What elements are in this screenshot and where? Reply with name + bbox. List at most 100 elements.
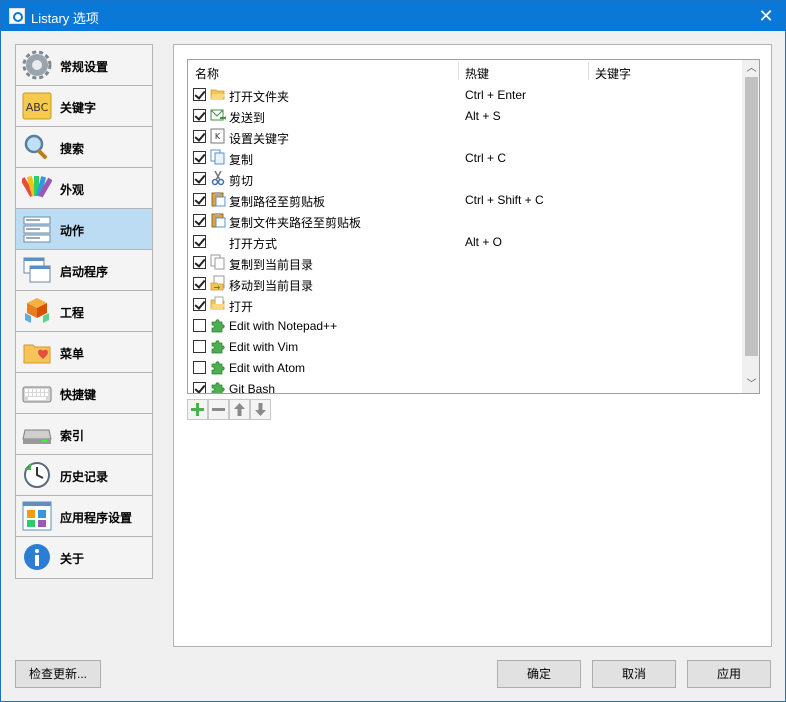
list-item[interactable]: 打开方式 Alt + O xyxy=(188,231,744,252)
enable-checkbox[interactable] xyxy=(193,109,206,122)
svg-text:ABC: ABC xyxy=(26,101,49,114)
sidebar-item-label: 应用程序设置 xyxy=(60,511,133,525)
remove-button[interactable] xyxy=(208,399,229,420)
column-hotkey[interactable]: 热键 xyxy=(465,65,489,82)
list-item[interactable]: 移动到当前目录 xyxy=(188,273,744,294)
cancel-button[interactable]: 取消 xyxy=(592,660,676,688)
sidebar-item-label: 快捷键 xyxy=(60,388,97,402)
enable-checkbox[interactable] xyxy=(193,298,206,311)
column-name[interactable]: 名称 xyxy=(195,65,219,82)
sidebar-item-drive[interactable]: 索引 xyxy=(16,414,152,455)
list-item[interactable]: Git Bash xyxy=(188,378,744,393)
action-hotkey: Ctrl + Shift + C xyxy=(465,193,544,207)
action-name: 打开文件夹 xyxy=(229,90,290,104)
action-name: 发送到 xyxy=(229,111,266,125)
enable-checkbox[interactable] xyxy=(193,277,206,290)
enable-checkbox[interactable] xyxy=(193,319,206,332)
clipboard-icon xyxy=(210,212,226,228)
enable-checkbox[interactable] xyxy=(193,256,206,269)
enable-checkbox[interactable] xyxy=(193,382,206,393)
list-item[interactable]: K 设置关键字 xyxy=(188,126,744,147)
scissors-icon xyxy=(210,170,226,186)
sidebar-item-label: 常规设置 xyxy=(60,60,109,74)
sidebar-item-label: 关于 xyxy=(60,552,85,566)
list-item[interactable]: 打开 xyxy=(188,294,744,315)
enable-checkbox[interactable] xyxy=(193,130,206,143)
sidebar-item-actions-list[interactable]: 动作 xyxy=(16,209,152,250)
check-updates-button[interactable]: 检查更新... xyxy=(15,660,101,688)
column-keyword[interactable]: 关键字 xyxy=(595,65,631,82)
action-name: Edit with Vim xyxy=(229,340,299,354)
add-icon xyxy=(191,403,204,416)
actions-panel: 名称 热键 关键字 打开文件夹 Ctrl + Enter 发送到 Alt + S K 设置… xyxy=(173,44,772,647)
action-name: 复制 xyxy=(229,153,254,167)
info-icon xyxy=(22,542,52,572)
sidebar-item-keyboard[interactable]: 快捷键 xyxy=(16,373,152,414)
enable-checkbox[interactable] xyxy=(193,235,206,248)
enable-checkbox[interactable] xyxy=(193,340,206,353)
list-item[interactable]: 复制文件夹路径至剪贴板 xyxy=(188,210,744,231)
scroll-thumb[interactable] xyxy=(745,77,758,356)
add-button[interactable] xyxy=(187,399,208,420)
apply-button[interactable]: 应用 xyxy=(687,660,771,688)
list-item[interactable]: 剪切 xyxy=(188,168,744,189)
cubes-icon xyxy=(22,296,52,326)
list-scrollbar[interactable]: ︿ ﹀ xyxy=(742,60,759,393)
list-item[interactable]: 打开文件夹 Ctrl + Enter xyxy=(188,84,744,105)
ok-button[interactable]: 确定 xyxy=(497,660,581,688)
action-name: 复制文件夹路径至剪贴板 xyxy=(229,216,362,230)
sidebar-item-windows[interactable]: 启动程序 xyxy=(16,250,152,291)
column-divider xyxy=(588,62,589,80)
sidebar-item-app-grid[interactable]: 应用程序设置 xyxy=(16,496,152,537)
folder-open-icon xyxy=(210,86,226,102)
windows-icon xyxy=(22,255,52,285)
sidebar-item-clock[interactable]: 历史记录 xyxy=(16,455,152,496)
sidebar-item-label: 工程 xyxy=(60,306,85,320)
app-grid-icon xyxy=(22,501,52,531)
remove-icon xyxy=(212,408,225,411)
list-item[interactable]: Edit with Atom xyxy=(188,357,744,378)
move-here-icon xyxy=(210,275,226,291)
svg-text:K: K xyxy=(215,132,221,141)
enable-checkbox[interactable] xyxy=(193,88,206,101)
title-bar: Listary 选项 ✕ xyxy=(1,1,785,31)
clipboard-icon xyxy=(210,191,226,207)
move-up-button[interactable] xyxy=(229,399,250,420)
enable-checkbox[interactable] xyxy=(193,361,206,374)
move-up-icon xyxy=(234,403,245,416)
enable-checkbox[interactable] xyxy=(193,193,206,206)
action-hotkey: Ctrl + C xyxy=(465,151,507,165)
sidebar-item-magnifier[interactable]: 搜索 xyxy=(16,127,152,168)
list-item[interactable]: Edit with Notepad++ xyxy=(188,315,744,336)
sidebar-item-folder-heart[interactable]: 菜单 xyxy=(16,332,152,373)
action-hotkey: Alt + O xyxy=(465,235,503,249)
magnifier-icon xyxy=(22,132,52,162)
drive-icon xyxy=(22,419,52,449)
move-down-button[interactable] xyxy=(250,399,271,420)
close-icon[interactable]: ✕ xyxy=(755,5,777,27)
sidebar-item-palette[interactable]: 外观 xyxy=(16,168,152,209)
list-item[interactable]: 复制路径至剪贴板 Ctrl + Shift + C xyxy=(188,189,744,210)
sidebar-item-cubes[interactable]: 工程 xyxy=(16,291,152,332)
sidebar-item-abc[interactable]: ABC 关键字 xyxy=(16,86,152,127)
plugin-puzzle-icon xyxy=(210,380,226,393)
list-item[interactable]: 发送到 Alt + S xyxy=(188,105,744,126)
folder-heart-icon xyxy=(22,337,52,367)
action-name: 打开 xyxy=(229,300,254,314)
list-item[interactable]: 复制 Ctrl + C xyxy=(188,147,744,168)
sidebar-item-gear[interactable]: 常规设置 xyxy=(16,45,152,86)
enable-checkbox[interactable] xyxy=(193,172,206,185)
action-name: 移动到当前目录 xyxy=(229,279,314,293)
enable-checkbox[interactable] xyxy=(193,214,206,227)
sidebar-item-label: 搜索 xyxy=(60,142,85,156)
list-item[interactable]: 复制到当前目录 xyxy=(188,252,744,273)
keyword-k-icon: K xyxy=(210,128,226,144)
scroll-down-icon[interactable]: ﹀ xyxy=(743,376,759,393)
sidebar-item-info[interactable]: 关于 xyxy=(16,537,152,578)
enable-checkbox[interactable] xyxy=(193,151,206,164)
scroll-up-icon[interactable]: ︿ xyxy=(743,60,759,77)
abc-icon: ABC xyxy=(22,91,52,121)
list-item[interactable]: Edit with Vim xyxy=(188,336,744,357)
options-window: Listary 选项 ✕ 常规设置 ABC 关键字 搜索 外观 动作 启动程序 工程 菜单 快捷键… xyxy=(0,0,786,702)
column-divider xyxy=(458,62,459,80)
